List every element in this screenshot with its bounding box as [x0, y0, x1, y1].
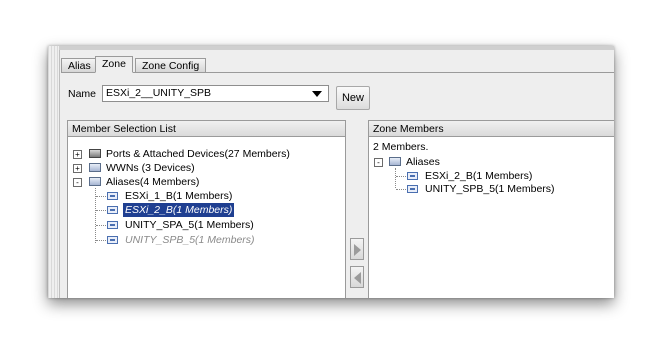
new-zone-button[interactable]: New	[336, 86, 370, 110]
tab-alias[interactable]: Alias	[61, 58, 98, 72]
alias-label: UNITY_SPA_5(1 Members)	[125, 219, 254, 231]
zone-member-label: UNITY_SPB_5(1 Members)	[425, 183, 555, 195]
add-member-button[interactable]	[350, 238, 364, 260]
alias-label: UNITY_SPB_5(1 Members)	[125, 234, 255, 246]
alias-icon	[407, 172, 418, 180]
tree-node-wwns[interactable]: + WWNs (3 Devices)	[68, 161, 338, 175]
member-selection-title: Member Selection List	[68, 121, 345, 137]
tree-connector	[395, 168, 396, 188]
zone-member-label: ESXi_2_B(1 Members)	[425, 170, 533, 182]
alias-label: ESXi_2_B(1 Members)	[123, 203, 235, 217]
tree-node-label: Ports & Attached Devices(27 Members)	[106, 148, 290, 160]
dock-handle[interactable]	[48, 46, 60, 298]
zone-name-value: ESXi_2__UNITY_SPB	[106, 87, 212, 99]
tree-connector	[396, 189, 406, 190]
alias-icon	[107, 236, 118, 244]
tree-node-aliases[interactable]: - Aliases(4 Members)	[68, 175, 338, 189]
tree-connector	[96, 240, 106, 241]
folder-icon	[389, 157, 401, 166]
tab-zone-config[interactable]: Zone Config	[135, 58, 207, 72]
arrow-right-icon	[354, 244, 361, 256]
name-label: Name	[68, 88, 97, 100]
wwn-icon	[89, 163, 101, 172]
dropdown-arrow-icon[interactable]	[312, 91, 322, 97]
tree-connector	[96, 225, 106, 226]
tree-node-label: Aliases(4 Members)	[106, 176, 200, 188]
member-selection-tree: + Ports & Attached Devices(27 Members) +…	[68, 139, 345, 298]
zone-members-title: Zone Members	[369, 121, 614, 137]
tree-connector	[96, 210, 106, 211]
remove-member-button[interactable]	[350, 266, 364, 288]
alias-label: ESXi_1_B(1 Members)	[125, 190, 233, 202]
zone-members-tree: 2 Members. - Aliases ESXi_2_B(1 Members)…	[369, 139, 614, 298]
zone-name-dropdown[interactable]: ESXi_2__UNITY_SPB	[102, 85, 329, 102]
tree-node-label: WWNs (3 Devices)	[106, 162, 195, 174]
folder-icon	[89, 177, 101, 186]
arrow-left-icon	[354, 272, 361, 284]
collapse-icon[interactable]: -	[73, 178, 82, 187]
tree-node-label: Aliases	[406, 156, 440, 168]
zone-tree-node-aliases[interactable]: - Aliases	[369, 155, 609, 169]
alias-icon	[107, 206, 118, 214]
tab-bar: Alias Zone Zone Config	[61, 56, 614, 73]
collapse-icon[interactable]: -	[374, 158, 383, 167]
expand-icon[interactable]: +	[73, 164, 82, 173]
expand-icon[interactable]: +	[73, 150, 82, 159]
alias-icon	[107, 221, 118, 229]
zone-members-panel: Zone Members 2 Members. - Aliases ESXi_2…	[368, 120, 614, 298]
port-icon	[89, 149, 101, 158]
alias-icon	[107, 192, 118, 200]
member-selection-panel: Member Selection List + Ports & Attached…	[67, 120, 346, 298]
tree-connector	[96, 196, 106, 197]
tab-zone[interactable]: Zone	[95, 56, 133, 73]
alias-icon	[407, 185, 418, 193]
zoning-dialog: Alias Zone Zone Config Name ESXi_2__UNIT…	[48, 46, 614, 298]
tree-connector	[396, 176, 406, 177]
zone-members-count: 2 Members.	[373, 141, 429, 153]
tree-node-ports[interactable]: + Ports & Attached Devices(27 Members)	[68, 147, 338, 161]
top-divider	[59, 46, 614, 50]
